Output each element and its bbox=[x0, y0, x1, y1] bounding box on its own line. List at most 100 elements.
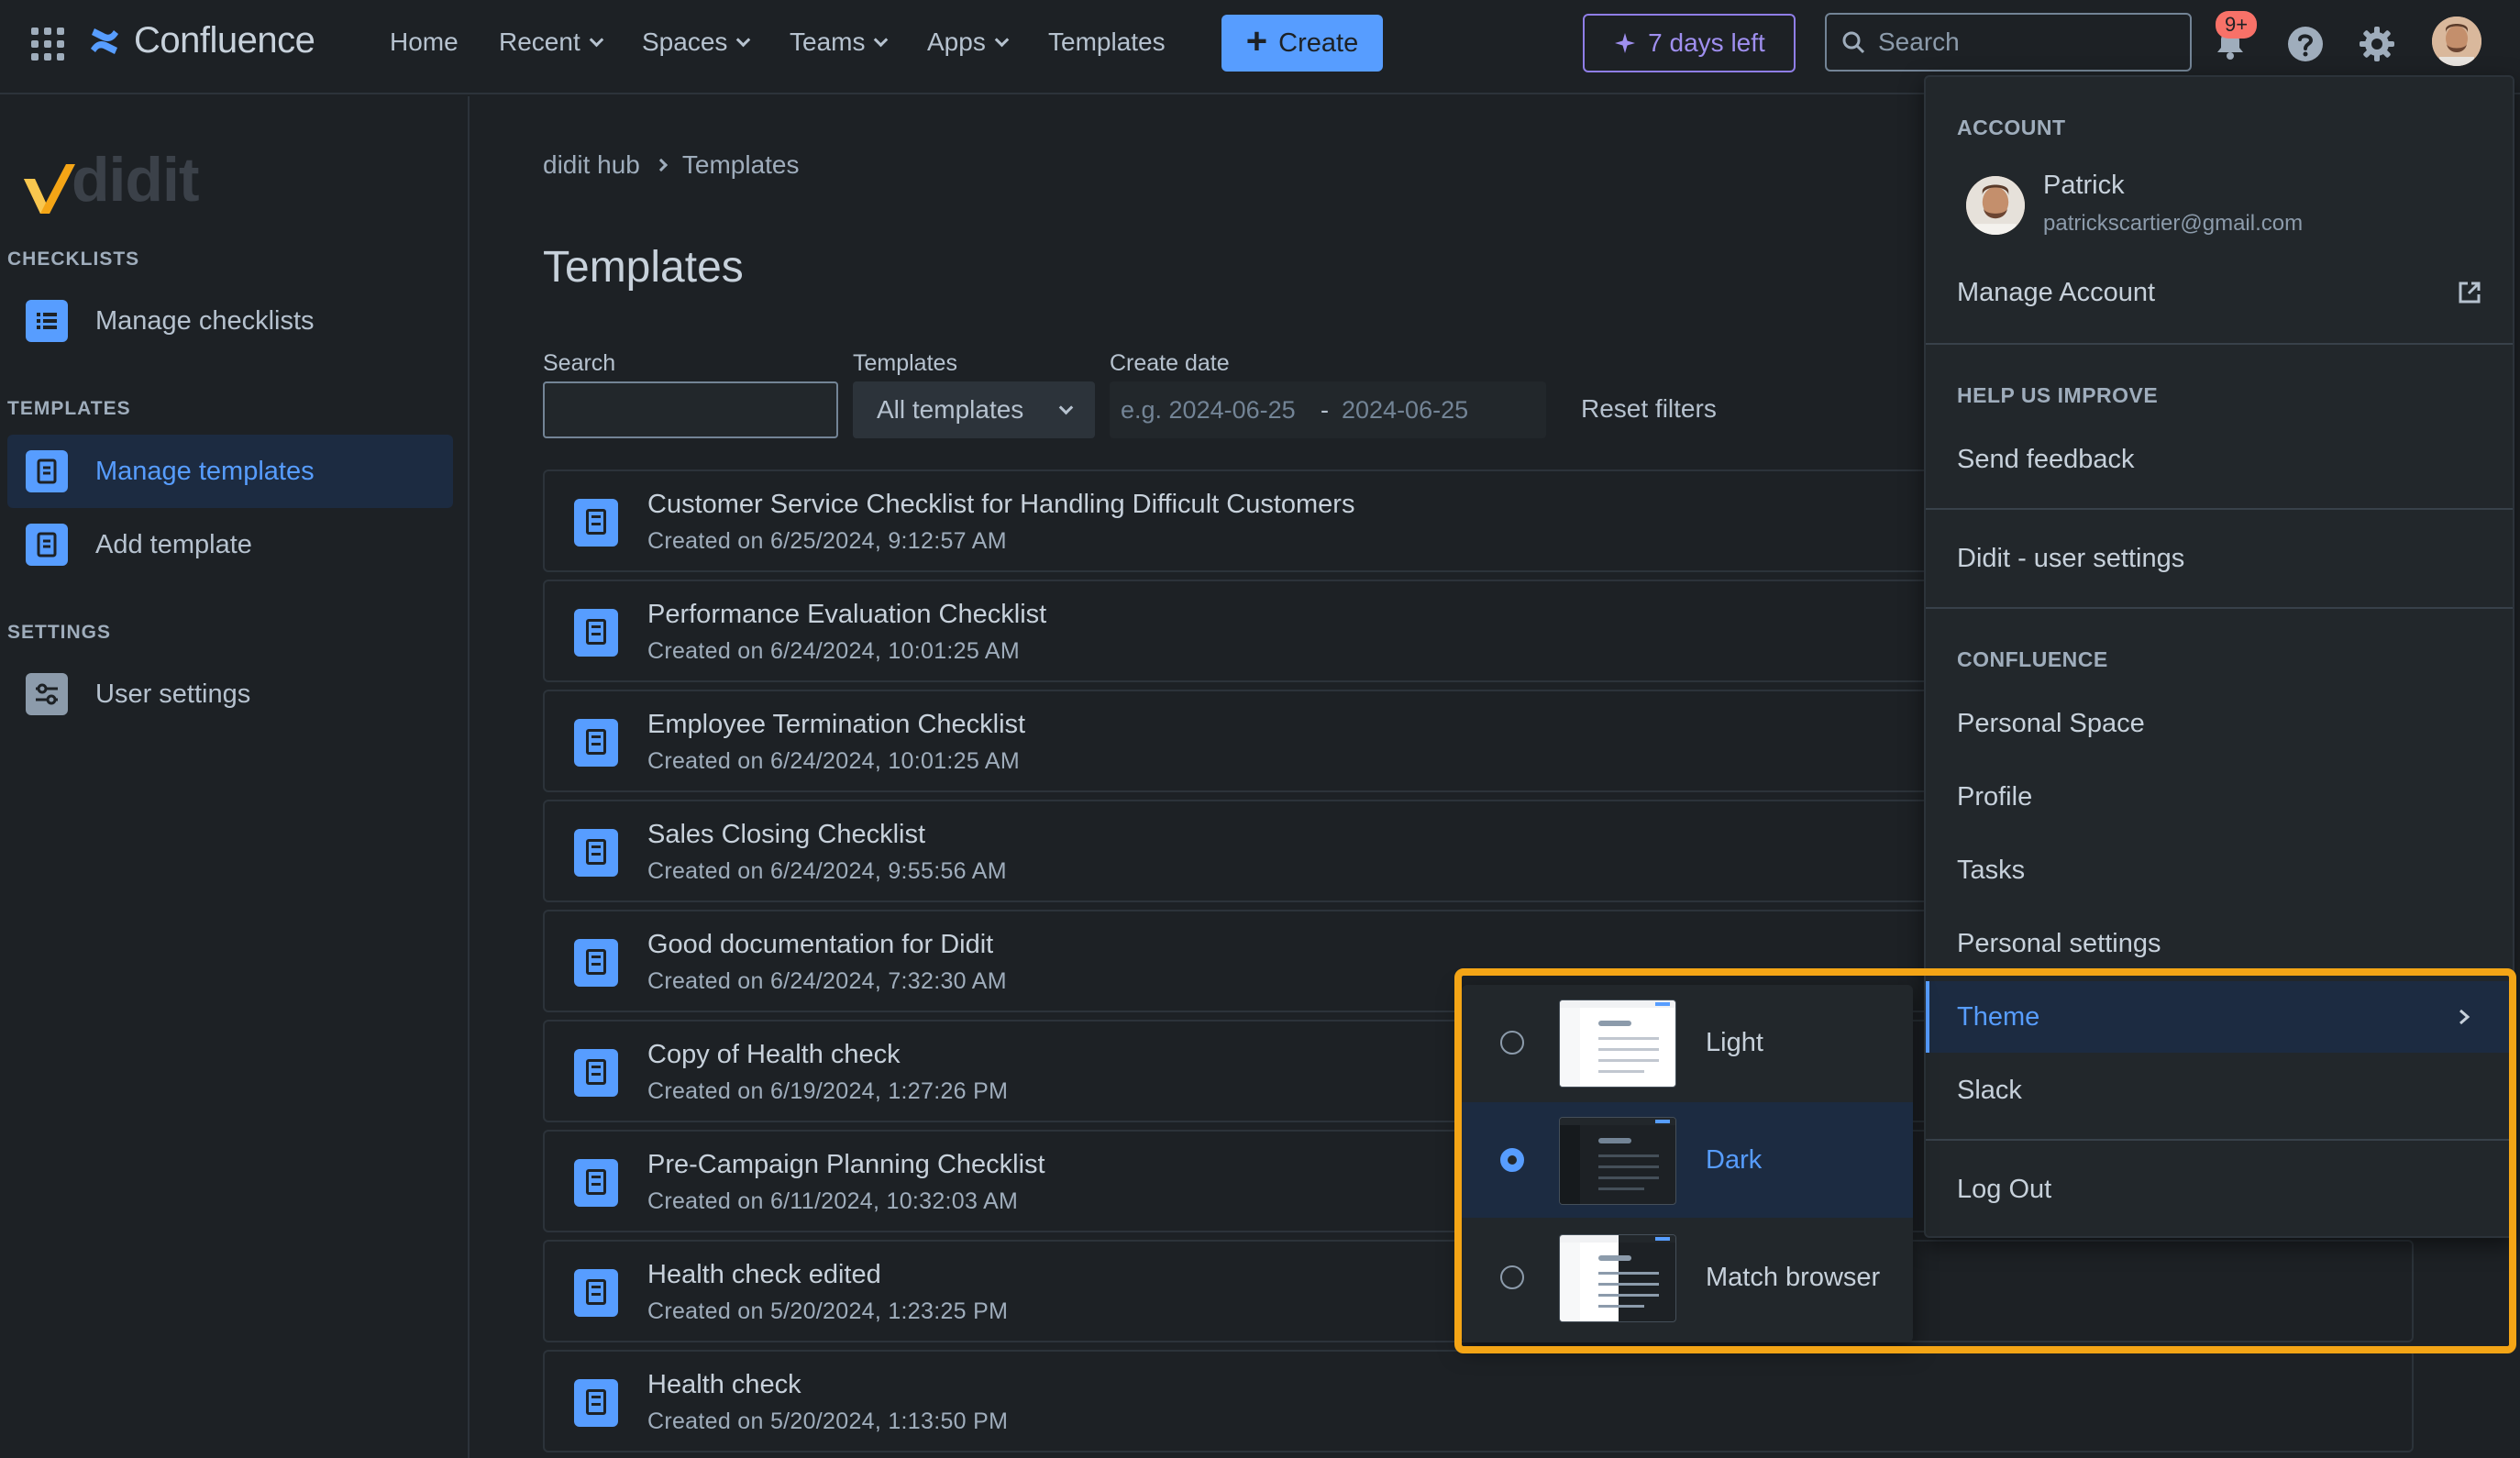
menu-divider bbox=[1926, 1139, 2513, 1141]
templates-select[interactable]: All templates bbox=[853, 381, 1095, 438]
logo-text: Confluence bbox=[134, 20, 315, 61]
didit-logo: didit bbox=[22, 144, 200, 215]
external-link-icon bbox=[2459, 282, 2481, 304]
template-title: Health check edited bbox=[647, 1260, 881, 1289]
nav-teams[interactable]: Teams bbox=[790, 28, 889, 57]
template-icon bbox=[574, 1049, 618, 1097]
theme-option-label: Match browser bbox=[1706, 1262, 1881, 1292]
search-input[interactable]: Search bbox=[1825, 13, 2192, 72]
template-search-input[interactable] bbox=[543, 381, 838, 438]
manage-account-item[interactable]: Manage Account bbox=[1926, 257, 2513, 328]
template-title: Customer Service Checklist for Handling … bbox=[647, 490, 1355, 519]
account-name: Patrick bbox=[2043, 171, 2125, 200]
template-created: Created on 6/24/2024, 10:01:25 AM bbox=[647, 748, 1021, 774]
sliders-icon bbox=[26, 673, 68, 715]
nav-apps[interactable]: Apps bbox=[927, 28, 1010, 57]
nav-apps-label: Apps bbox=[927, 28, 986, 56]
search-filter-label: Search bbox=[543, 350, 616, 376]
avatar bbox=[1966, 176, 2025, 235]
didit-user-settings-item[interactable]: Didit - user settings bbox=[1926, 523, 2513, 594]
chevron-down-icon bbox=[994, 32, 1010, 47]
dark-theme-preview bbox=[1559, 1117, 1676, 1205]
template-title: Health check bbox=[647, 1370, 801, 1399]
template-icon bbox=[26, 450, 68, 492]
table-row[interactable]: Health check Created on 5/20/2024, 1:13:5… bbox=[543, 1350, 2414, 1452]
profile-item[interactable]: Profile bbox=[1926, 761, 2513, 833]
chevron-down-icon bbox=[1058, 400, 1074, 414]
help-icon bbox=[2288, 27, 2323, 61]
account-menu: ACCOUNT Patrick patrickscartier@gmail.co… bbox=[1924, 75, 2514, 1238]
template-created: Created on 6/24/2024, 9:55:56 AM bbox=[647, 858, 1007, 884]
trial-label: 7 days left bbox=[1648, 28, 1765, 57]
theme-option-match-browser[interactable]: Match browser bbox=[1462, 1220, 1913, 1335]
manage-account-label: Manage Account bbox=[1957, 277, 2156, 307]
template-created: Created on 5/20/2024, 1:13:50 PM bbox=[647, 1408, 1009, 1434]
theme-option-dark[interactable]: Dark bbox=[1462, 1102, 1913, 1218]
radio-button[interactable] bbox=[1500, 1031, 1524, 1055]
chevron-down-icon bbox=[874, 32, 889, 47]
brand-text: didit bbox=[72, 145, 200, 215]
template-created: Created on 6/25/2024, 9:12:57 AM bbox=[647, 528, 1007, 554]
breadcrumb-didit-hub[interactable]: didit hub bbox=[543, 150, 640, 180]
theme-option-label: Dark bbox=[1706, 1144, 1763, 1175]
sidebar-item-label: Add template bbox=[95, 529, 252, 559]
template-created: Created on 5/20/2024, 1:23:25 PM bbox=[647, 1298, 1009, 1324]
settings-button[interactable] bbox=[2353, 20, 2401, 68]
sidebar-item-manage-checklists[interactable]: Manage checklists bbox=[7, 284, 453, 358]
sidebar-item-add-template[interactable]: Add template bbox=[7, 508, 453, 581]
template-title: Good documentation for Didit bbox=[647, 930, 994, 959]
personal-space-item[interactable]: Personal Space bbox=[1926, 688, 2513, 759]
personal-settings-item[interactable]: Personal settings bbox=[1926, 908, 2513, 979]
date-separator: - bbox=[1321, 395, 1329, 424]
sparkle-icon bbox=[1615, 33, 1636, 53]
help-heading: HELP US IMPROVE bbox=[1957, 383, 2159, 407]
nav-templates[interactable]: Templates bbox=[1048, 28, 1166, 57]
nav-recent[interactable]: Recent bbox=[499, 28, 603, 57]
template-title: Pre-Campaign Planning Checklist bbox=[647, 1150, 1045, 1179]
theme-submenu: Light Dark Match browser bbox=[1462, 985, 1913, 1342]
template-created: Created on 6/24/2024, 10:01:25 AM bbox=[647, 638, 1021, 664]
search-placeholder: Search bbox=[1878, 28, 1960, 56]
template-icon bbox=[574, 939, 618, 987]
nav-spaces[interactable]: Spaces bbox=[642, 28, 751, 57]
radio-button[interactable] bbox=[1500, 1148, 1524, 1172]
create-button[interactable]: + Create bbox=[1221, 15, 1383, 72]
templates-select-value: All templates bbox=[877, 395, 1024, 424]
breadcrumb-templates[interactable]: Templates bbox=[682, 150, 800, 180]
tasks-item[interactable]: Tasks bbox=[1926, 834, 2513, 906]
reset-filters-button[interactable]: Reset filters bbox=[1581, 394, 1717, 424]
help-button[interactable] bbox=[2282, 20, 2329, 68]
template-icon bbox=[26, 524, 68, 566]
confluence-logo[interactable]: Confluence bbox=[88, 20, 315, 61]
date-to-input[interactable]: 2024-06-25 bbox=[1342, 396, 1468, 425]
sidebar-item-manage-templates[interactable]: Manage templates bbox=[7, 435, 453, 508]
notification-badge: 9+ bbox=[2216, 11, 2258, 39]
confluence-heading: CONFLUENCE bbox=[1957, 647, 2108, 671]
template-icon bbox=[574, 829, 618, 877]
theme-item[interactable]: Theme bbox=[1926, 981, 2513, 1053]
radio-button[interactable] bbox=[1500, 1265, 1524, 1289]
match-browser-theme-preview bbox=[1559, 1234, 1676, 1322]
account-heading: ACCOUNT bbox=[1957, 116, 2066, 139]
send-feedback-item[interactable]: Send feedback bbox=[1926, 424, 2513, 495]
avatar[interactable] bbox=[2432, 17, 2481, 66]
sidebar-item-user-settings[interactable]: User settings bbox=[7, 657, 453, 731]
log-out-item[interactable]: Log Out bbox=[1926, 1154, 2513, 1225]
slack-item[interactable]: Slack bbox=[1926, 1055, 2513, 1126]
template-title: Performance Evaluation Checklist bbox=[647, 600, 1047, 629]
page-title: Templates bbox=[543, 243, 744, 292]
plus-icon: + bbox=[1245, 21, 1268, 61]
chevron-down-icon bbox=[736, 32, 751, 47]
nav-home[interactable]: Home bbox=[390, 28, 459, 57]
sidebar-item-label: User settings bbox=[95, 679, 251, 709]
light-theme-preview bbox=[1559, 1000, 1676, 1088]
menu-divider bbox=[1926, 508, 2513, 510]
checklist-icon bbox=[26, 300, 68, 342]
date-filter-label: Create date bbox=[1110, 350, 1230, 376]
app-switcher-icon[interactable] bbox=[31, 28, 64, 61]
template-title: Copy of Health check bbox=[647, 1040, 901, 1069]
trial-button[interactable]: 7 days left bbox=[1583, 14, 1796, 72]
confluence-logo-icon bbox=[91, 28, 118, 54]
theme-option-light[interactable]: Light bbox=[1462, 985, 1913, 1100]
date-from-input[interactable]: e.g. 2024-06-25 bbox=[1121, 396, 1308, 425]
